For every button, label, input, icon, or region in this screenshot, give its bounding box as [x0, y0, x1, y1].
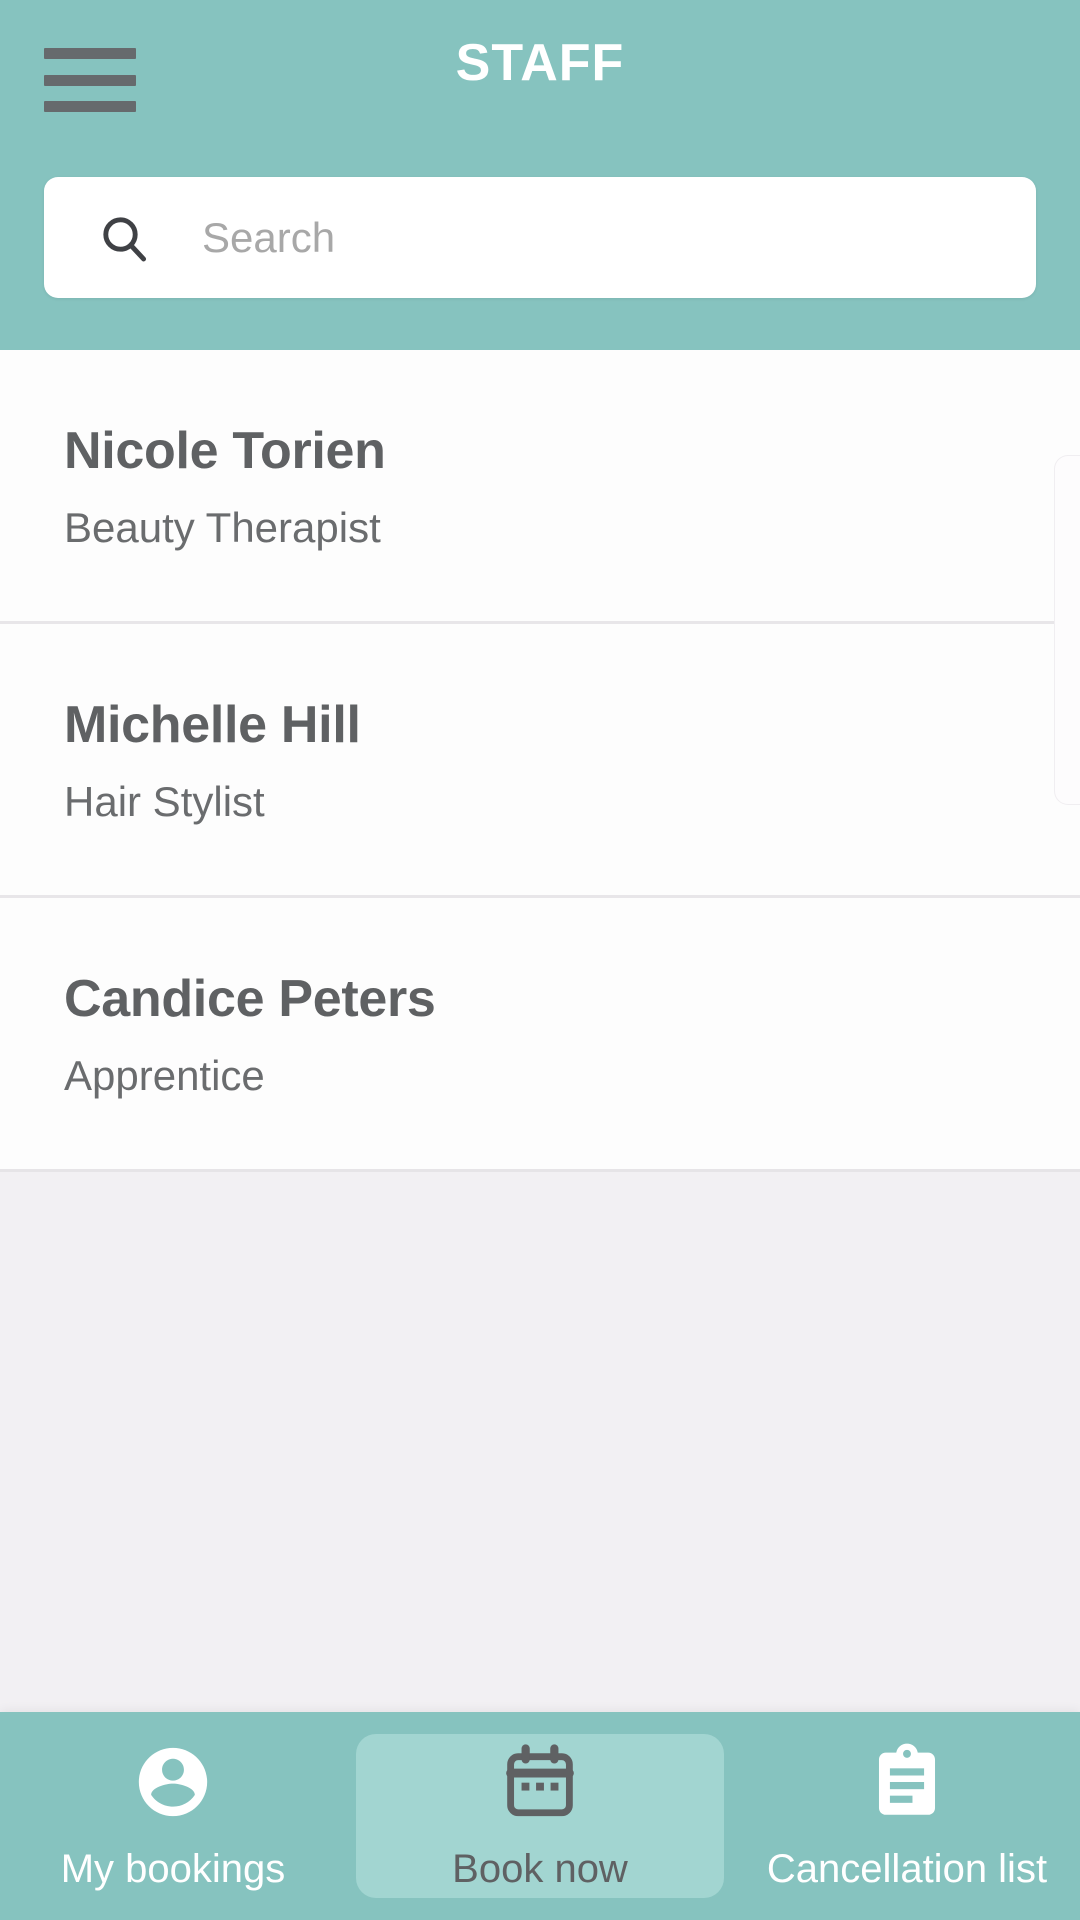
- nav-item-cancellation-list[interactable]: Cancellation list: [734, 1712, 1080, 1920]
- clipboard-list-icon: [866, 1740, 948, 1824]
- nav-label: Book now: [452, 1847, 628, 1891]
- staff-name: Nicole Torien: [64, 421, 386, 480]
- list-item[interactable]: Michelle Hill Hair Stylist: [0, 624, 1080, 898]
- nav-label: Cancellation list: [766, 1847, 1048, 1891]
- bottom-navigation-bar: My bookings Book now Cancellation list: [0, 1712, 1080, 1920]
- hamburger-bar-2: [44, 74, 136, 86]
- search-bar[interactable]: [44, 177, 1036, 298]
- app-root: STAFF Nicole Torien Beauty Therapist Mic…: [0, 0, 1080, 1920]
- staff-role: Apprentice: [64, 1051, 265, 1099]
- hamburger-bar-3: [44, 101, 136, 112]
- calendar-icon: [499, 1740, 581, 1824]
- list-item[interactable]: Candice Peters Apprentice: [0, 898, 1080, 1172]
- staff-role: Hair Stylist: [64, 777, 265, 825]
- account-circle-icon: [132, 1740, 214, 1824]
- empty-content-area: [0, 1172, 1080, 1712]
- staff-list: Nicole Torien Beauty Therapist Michelle …: [0, 350, 1080, 1172]
- app-header: STAFF: [0, 0, 1080, 350]
- staff-name: Candice Peters: [64, 969, 436, 1028]
- search-input[interactable]: [202, 177, 1036, 298]
- staff-role: Beauty Therapist: [64, 503, 381, 551]
- staff-name: Michelle Hill: [64, 695, 361, 754]
- nav-item-my-bookings[interactable]: My bookings: [0, 1712, 346, 1920]
- page-title: STAFF: [455, 34, 625, 92]
- search-icon: [96, 210, 152, 266]
- hamburger-menu-icon[interactable]: [44, 44, 136, 116]
- list-item[interactable]: Nicole Torien Beauty Therapist: [0, 350, 1080, 624]
- hamburger-bar-1: [44, 48, 136, 59]
- nav-item-book-now[interactable]: Book now: [356, 1734, 724, 1898]
- nav-label: My bookings: [60, 1847, 286, 1891]
